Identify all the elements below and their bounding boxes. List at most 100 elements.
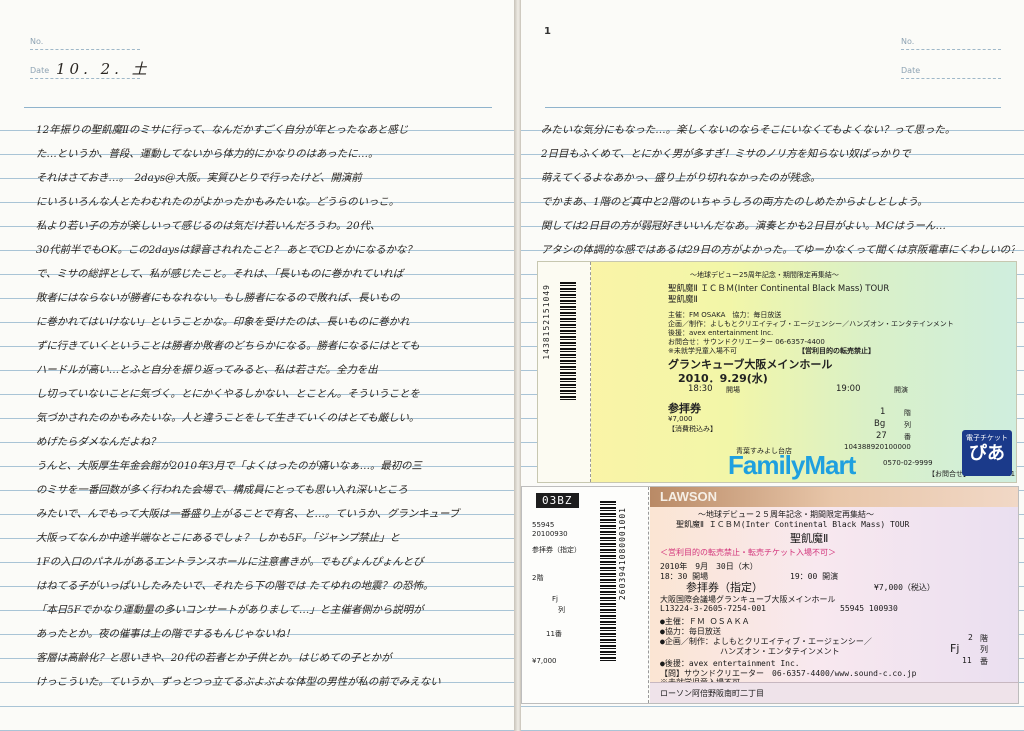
text-line: 敗者にはならないが勝者にもなれない。もし勝者になるので敗れば、長いもの	[36, 292, 400, 304]
barcode	[600, 501, 616, 661]
ticket-title: 聖飢魔Ⅱ ＩＣＢＭ(Inter Continental Black Mass) …	[668, 284, 890, 294]
date-label: Date	[30, 66, 50, 75]
pia-logo: 電子チケット ぴあ	[962, 430, 1012, 476]
stub-row: Fj	[552, 595, 558, 603]
text-line: みたいで、んでもって大阪は一番盛り上がることで有名、と…。ていうか、グランキュー…	[36, 508, 460, 520]
stub-type: 参拝券（指定）	[532, 546, 581, 554]
ticket-title-sub: 聖飢魔Ⅱ	[668, 295, 698, 305]
barcode-number: 2603941080001001	[618, 507, 627, 601]
familymart-logo: FamilyMart	[728, 450, 856, 480]
date-label: Date	[901, 66, 921, 75]
stub-row-label: 列	[558, 606, 565, 614]
ticket-header: 〜地球デビュー25周年記念・期間限定再集結〜	[690, 271, 839, 279]
text-line: 私より若い子の方が楽しいって感じるのは気だけ若いんだろうわ。20代、	[36, 220, 381, 232]
stub-floor: 2階	[532, 574, 544, 582]
ticket-code-right: 55945 100930	[840, 604, 898, 613]
ticket-notice: ※未就学児童入場不可	[668, 347, 737, 355]
text-line: アタシの体調的な感ではあるは29日の方がよかった。てゆーかなくって聞くは京阪電車…	[541, 244, 1015, 256]
seat-number-label: 番	[980, 657, 988, 666]
text-line: うんと、大阪厚生年金会館が2010年3月で「よくはったのが痛いなぁ…。最初の三	[36, 460, 422, 472]
text-line: のミサを一番回数が多く行われた会場で、構成員にとっても思い入れ深いところ	[36, 484, 408, 496]
text-line: た…というか、普段、運動してないから体力的にかなりのはあったに…。	[36, 148, 379, 160]
text-line: 2日目もふくめて、とにかく男が多すぎ！ミサのノリ方を知らない奴ばっかりで	[541, 148, 911, 160]
ticket-row-label: 列	[904, 421, 911, 429]
ticket-body: 〜地球デビュー25周年記念・期間限定再集結〜 聖飢魔Ⅱ ＩＣＢＭ(Inter C…	[598, 262, 1016, 482]
pia-top-text: 電子チケット	[966, 434, 1008, 442]
ticket-familymart: 1438152151049 〜地球デビュー25周年記念・期間限定再集結〜 聖飢魔…	[538, 262, 1016, 482]
ticket-floor-label: 階	[904, 409, 911, 417]
text-line: それはさておき…。 2days@大阪。実質ひとりで行ったけど、開演前	[36, 172, 362, 184]
text-line: けっこういた。ていうか、ずっとつっ立てるぶよぶよな体型の男性が私の前でみえない	[36, 676, 441, 688]
ticket-type: 参拝券（指定）	[686, 581, 763, 594]
ticket-tax: 【消費税込み】	[668, 425, 717, 433]
ticket-store-name: ローソン阿倍野阪南町二丁目	[660, 689, 764, 698]
seat-number: 11	[962, 656, 972, 665]
text-line: し切っていないことに気づく。とにかくやるしかない、とことん。そういうことを	[36, 388, 420, 400]
ticket-title-sub: 聖飢魔Ⅱ	[790, 532, 829, 545]
ticket-row: Bg	[874, 419, 886, 429]
ticket-body: LAWSON 〜地球デビュー２５周年記念・期間限定再集結〜 聖飢魔Ⅱ ＩＣＢＭ(…	[650, 487, 1018, 703]
text-line: 萌えてくるよなあかっ、盛り上がり切れなかったのが残念。	[541, 172, 821, 184]
left-notebook-page: No. Date 10. 2. 土 12年振りの聖飢魔Ⅱのミサに行って、なんだか…	[0, 0, 517, 731]
ticket-no-resale: ＜営利目的の転売禁止・転売チケット入場不可＞	[660, 548, 836, 557]
text-line: 30代前半でもOK。この2daysは録音されれたこと？ あとでCDとかになるかな…	[36, 244, 417, 256]
handwritten-text: みたいな気分にもなった…。楽しくないのならそこにいなくてもよくない？って思った。…	[541, 118, 1015, 262]
text-line: 関しては2日目の方が弱冠好きいいんだなあ。演奏とかも2日目がよい。MCはうーん…	[541, 220, 946, 232]
ticket-price: ¥7,000	[668, 415, 693, 423]
ticket-header-band: LAWSON	[650, 487, 1018, 507]
ticket-title: 聖飢魔Ⅱ ＩＣＢＭ(Inter Continental Black Mass) …	[676, 520, 910, 529]
no-label: No.	[30, 37, 44, 46]
text-line: 大阪ってなんか中途半端なとこにあるでしょ？ しかも5F。「ジャンプ禁止」と	[36, 532, 400, 544]
ticket-stub: 1438152151049	[538, 262, 591, 482]
lawson-logo: LAWSON	[660, 489, 718, 504]
ticket-seat: 27	[876, 431, 887, 441]
text-line: にいろいろんな人とたわむれたのがよかったかもみたいな。どうらのいっこ。	[36, 196, 400, 208]
ticket-code: 03BZ	[536, 493, 579, 508]
stub-price: ¥7,000	[532, 657, 557, 665]
ticket-code: 1438152151049	[542, 284, 551, 360]
text-line: ハードルが高い…とふと自分を振り返ってみると、私は若さだ。全力を出	[36, 364, 378, 376]
ticket-type: 参拝券	[668, 402, 701, 415]
seat-row: Fj	[950, 642, 960, 655]
ticket-open-time: 18:30	[688, 384, 713, 394]
stub-seat: 11番	[546, 630, 562, 638]
text-line: 気づかされたのかもみたいな。人と違うことをして生きていくのはとても厳しい。	[36, 412, 420, 424]
handwritten-text: 12年振りの聖飢魔Ⅱのミサに行って、なんだかすごく自分が年とったなあと感じ た…と…	[36, 118, 506, 694]
text-line: みたいな気分にもなった…。楽しくないのならそこにいなくてもよくない？って思った。	[541, 124, 956, 136]
ticket-stub: 03BZ 55945 20100930 参拝券（指定） 2階 Fj 列 11番 …	[522, 487, 649, 703]
text-line: はねてる子がいっぱいしたみたいで、それたら下の階では たてゆれの地震？の恐怖。	[36, 580, 434, 592]
text-line: 「本日5Fでかなり運動量の多いコンサートがありまして…」と主催者側から説明が	[36, 604, 424, 616]
text-line: でかまあ、1階のど真中と2階のいちゃうしろの両方たのしめたからよしとしよう。	[541, 196, 928, 208]
ticket-planning-2: ハンズオン・エンタテインメント	[720, 647, 840, 656]
ticket-lawson: 03BZ 55945 20100930 参拝券（指定） 2階 Fj 列 11番 …	[522, 487, 1018, 703]
text-line: あったとか。夜の催事は上の階でするもんじゃないね！	[36, 628, 296, 640]
ticket-start-time: 19:00	[836, 384, 861, 394]
ticket-start-label: 開演	[894, 386, 908, 394]
ticket-phone: 0570-02-9999	[883, 459, 933, 467]
stub-number: 55945	[532, 521, 555, 529]
stub-date: 20100930	[532, 530, 568, 538]
ticket-code-line: L13224-3-2605-7254-001	[660, 604, 766, 613]
ticket-price: ¥7,000（税込）	[874, 583, 935, 592]
ticket-footer: ローソン阿倍野阪南町二丁目	[650, 682, 1018, 703]
page-number: 1	[544, 26, 551, 37]
ticket-no-resale: 【営利目的の転売禁止】	[798, 347, 875, 355]
text-line: 1Fの入口のパネルがあるエントランスホールに注意書きが。でもぴょんぴょんとび	[36, 556, 424, 568]
text-line: 客層は高齢化？と思いきや、20代の若者とか子供とか。はじめての子とかが	[36, 652, 392, 664]
date-value: 10. 2. 土	[56, 60, 151, 78]
pia-main-text: ぴあ	[969, 443, 1005, 464]
no-line	[30, 49, 140, 50]
text-line: で、ミサの総評として、私が感じたこと。それは、「長いものに巻かれていれば	[36, 268, 404, 280]
no-label: No.	[901, 37, 915, 46]
date-line	[901, 78, 1001, 79]
no-line	[901, 49, 1001, 50]
barcode	[560, 282, 576, 402]
ticket-start: 19：00 開演	[790, 572, 839, 581]
seat-floor: 2	[968, 633, 973, 642]
ticket-floor: 1	[880, 407, 886, 417]
ticket-open-label: 開場	[726, 386, 740, 394]
text-line: めげたらダメなんだよね？	[36, 436, 161, 448]
seat-row-label: 列	[980, 645, 988, 654]
ticket-seat-label: 番	[904, 433, 911, 441]
text-line: 12年振りの聖飢魔Ⅱのミサに行って、なんだかすごく自分が年とったなあと感じ	[36, 124, 409, 136]
